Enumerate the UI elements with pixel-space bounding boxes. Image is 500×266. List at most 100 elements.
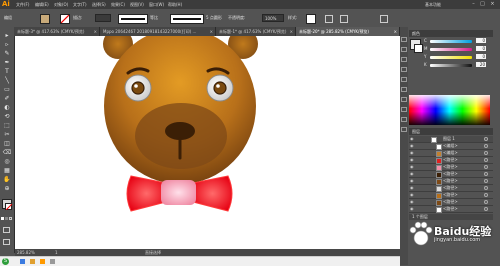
visibility-eye-icon[interactable]: ◉: [410, 185, 414, 191]
close-icon[interactable]: ×: [94, 27, 97, 36]
menu-edit[interactable]: 编辑(E): [35, 1, 49, 8]
appearance-panel-icon[interactable]: [401, 107, 407, 112]
stroke-panel-icon[interactable]: [401, 77, 407, 82]
layer-name[interactable]: <路径>: [443, 192, 458, 198]
transform-icon[interactable]: [340, 15, 348, 23]
layer-row[interactable]: ◉ <编组>: [409, 143, 493, 150]
layer-target-icon[interactable]: [484, 165, 488, 169]
hand-tool-icon[interactable]: ✋: [2, 176, 12, 184]
cyan-slider[interactable]: [430, 40, 472, 43]
layer-target-icon[interactable]: [484, 151, 488, 155]
visibility-eye-icon[interactable]: ◉: [410, 157, 414, 163]
close-icon[interactable]: ×: [290, 27, 293, 36]
layer-row[interactable]: ◉ <路径>: [409, 164, 493, 171]
stroke-swatch[interactable]: [60, 14, 70, 24]
tab-document-3[interactable]: 未标题-1* @ 417.63% (CMYK/预览) ×: [216, 27, 296, 36]
color-stroke-preview[interactable]: [414, 44, 423, 53]
yellow-slider[interactable]: [430, 56, 472, 59]
tab-document-4-active[interactable]: 未标题-20* @ 285.82% (CMYK/预览) ×: [296, 27, 400, 36]
gradient-tool-icon[interactable]: ◎: [2, 158, 12, 166]
layer-name[interactable]: <路径>: [443, 206, 458, 212]
layer-name[interactable]: <路径>: [443, 171, 458, 177]
graphic-style-swatch[interactable]: [306, 14, 316, 24]
free-transform-tool-icon[interactable]: ⬚: [2, 122, 12, 130]
transparency-panel-icon[interactable]: [401, 97, 407, 102]
layer-target-icon[interactable]: [484, 193, 488, 197]
layer-row[interactable]: ◉ <路径>: [409, 185, 493, 192]
tab-document-1[interactable]: 未标题-3* @ 417.63% (CMYK/预览) ×: [14, 27, 100, 36]
brushes-panel-icon[interactable]: [401, 57, 407, 62]
fill-swatch[interactable]: [40, 14, 50, 24]
layer-row[interactable]: ◉ 图层 1: [409, 136, 493, 143]
stroke-weight-dropdown[interactable]: [95, 14, 111, 22]
cyan-value[interactable]: 0: [476, 38, 486, 43]
layer-row[interactable]: ◉ <编组>: [409, 150, 493, 157]
selection-tool-icon[interactable]: ▸: [2, 32, 12, 40]
artboard-canvas[interactable]: [15, 36, 400, 249]
magenta-slider[interactable]: [430, 48, 472, 51]
shape-builder-tool-icon[interactable]: ◫: [2, 140, 12, 148]
pen-tool-icon[interactable]: ✎: [2, 50, 12, 58]
minimize-button[interactable]: –: [470, 1, 477, 8]
layer-name[interactable]: <编组>: [443, 143, 458, 149]
menu-help[interactable]: 帮助(H): [168, 1, 182, 8]
visibility-eye-icon[interactable]: ◉: [410, 178, 414, 184]
symbols-panel-icon[interactable]: [401, 67, 407, 72]
none-mode-icon[interactable]: [9, 217, 12, 220]
visibility-eye-icon[interactable]: ◉: [410, 192, 414, 198]
left-eye-pupil[interactable]: [131, 81, 145, 95]
bear-artwork[interactable]: [15, 36, 400, 249]
menu-effect[interactable]: 效果(C): [111, 1, 125, 8]
visibility-eye-icon[interactable]: ◉: [410, 164, 414, 170]
layer-row[interactable]: ◉ <路径>: [409, 157, 493, 164]
layer-name[interactable]: <路径>: [443, 178, 458, 184]
layer-name[interactable]: <路径>: [443, 157, 458, 163]
close-button[interactable]: ×: [489, 1, 496, 8]
layer-row[interactable]: ◉ <路径>: [409, 178, 493, 185]
layer-target-icon[interactable]: [484, 186, 488, 190]
artboard-number[interactable]: 1: [55, 249, 58, 256]
brush-definition[interactable]: [170, 14, 204, 24]
layer-row[interactable]: ◉ <路径>: [409, 171, 493, 178]
menu-window[interactable]: 窗口(W): [149, 1, 164, 8]
layer-name[interactable]: <路径>: [443, 199, 458, 205]
layer-name[interactable]: <路径>: [443, 185, 458, 191]
maximize-button[interactable]: □: [479, 1, 486, 8]
layer-row[interactable]: ◉ <路径>: [409, 206, 493, 213]
layer-target-icon[interactable]: [484, 158, 488, 162]
visibility-eye-icon[interactable]: ◉: [410, 136, 414, 142]
bow-knot[interactable]: [161, 180, 196, 205]
layer-target-icon[interactable]: [484, 172, 488, 176]
start-icon[interactable]: S: [2, 258, 9, 265]
layer-target-icon[interactable]: [484, 200, 488, 204]
nose[interactable]: [165, 122, 195, 140]
visibility-eye-icon[interactable]: ◉: [410, 199, 414, 205]
magenta-value[interactable]: 0: [476, 46, 486, 51]
direct-selection-tool-icon[interactable]: ▹: [2, 41, 12, 49]
layer-target-icon[interactable]: [484, 179, 488, 183]
visibility-eye-icon[interactable]: ◉: [410, 143, 414, 149]
visibility-eye-icon[interactable]: ◉: [410, 171, 414, 177]
graphic-styles-panel-icon[interactable]: [401, 117, 407, 122]
swatches-panel-icon[interactable]: [401, 47, 407, 52]
variable-width-profile[interactable]: [118, 14, 148, 24]
taskbar-app-icon[interactable]: [50, 259, 55, 264]
menu-view[interactable]: 视图(V): [130, 1, 144, 8]
menu-file[interactable]: 文件(F): [16, 1, 29, 8]
color-panel-title[interactable]: 颜色: [409, 31, 420, 36]
layer-name[interactable]: 图层 1: [443, 136, 455, 142]
line-tool-icon[interactable]: ╲: [2, 77, 12, 85]
tab-document-2[interactable]: Mppo 20642467 20180918143227000(打印) ... ×: [100, 27, 216, 36]
visibility-eye-icon[interactable]: ◉: [410, 150, 414, 156]
taskbar-app-icon[interactable]: [20, 259, 25, 264]
drawing-mode-icon[interactable]: [3, 227, 10, 233]
taskbar-app-icon[interactable]: [40, 259, 45, 264]
layer-row[interactable]: ◉ <路径>: [409, 192, 493, 199]
layer-row[interactable]: ◉ <路径>: [409, 199, 493, 206]
black-slider[interactable]: [430, 64, 472, 67]
black-value[interactable]: 20: [476, 62, 486, 67]
stroke-color-box[interactable]: [5, 203, 12, 210]
layer-target-icon[interactable]: [484, 144, 488, 148]
close-icon[interactable]: ×: [394, 27, 397, 36]
workspace-switcher[interactable]: 基本功能: [425, 1, 441, 8]
